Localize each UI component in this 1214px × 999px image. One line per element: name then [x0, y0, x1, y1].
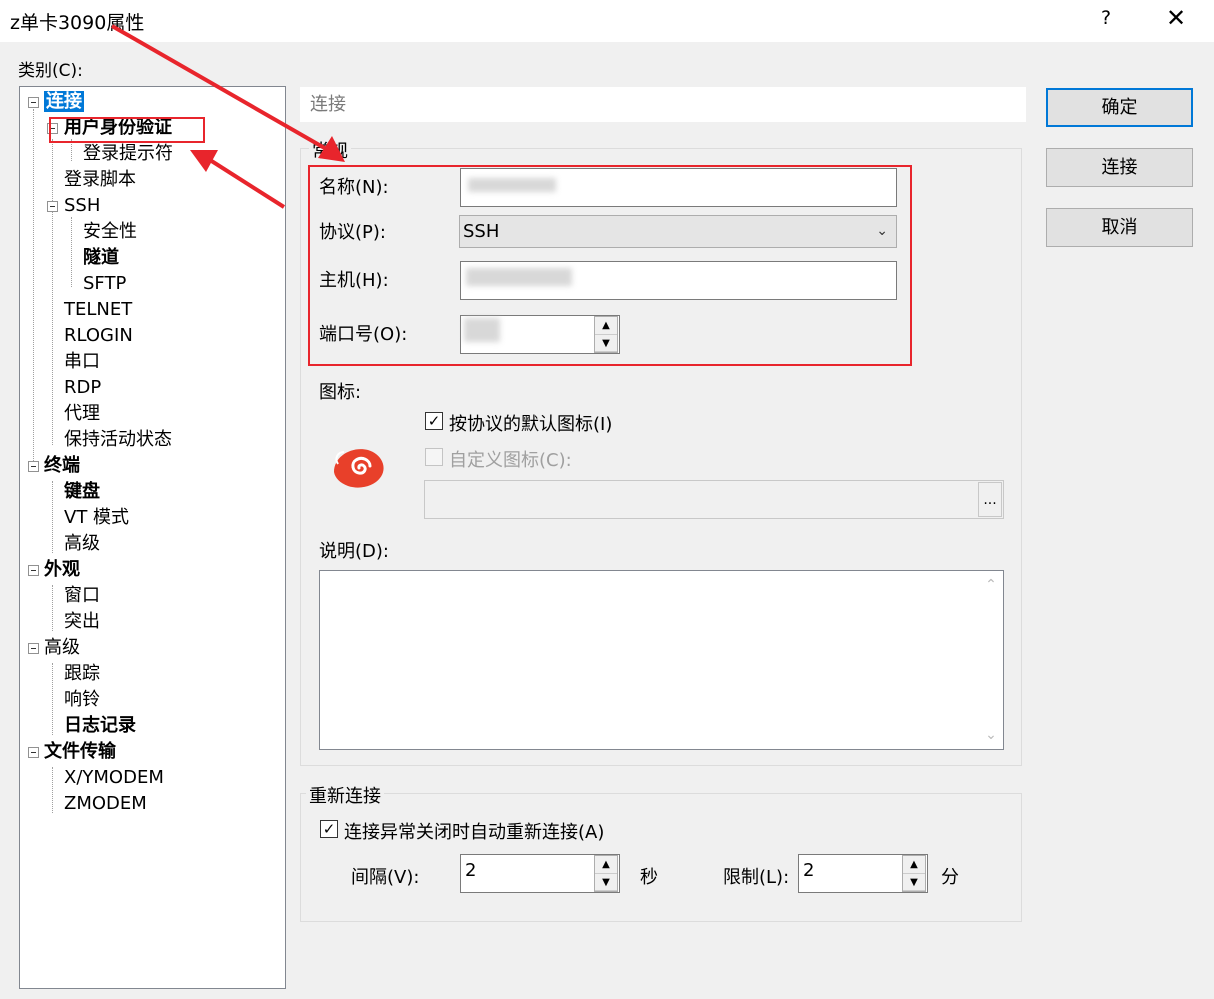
host-label: 主机(H):	[319, 270, 389, 291]
protocol-label: 协议(P):	[319, 222, 386, 243]
tree-item-login-script[interactable]: 登录脚本	[64, 167, 136, 193]
default-icon-checkbox[interactable]: ✓	[425, 412, 443, 430]
auto-reconnect-checkbox[interactable]: ✓	[320, 820, 338, 838]
port-spinner[interactable]: ▲ ▼	[594, 316, 618, 353]
tree-item-ssh[interactable]: SSH	[64, 193, 100, 219]
tree-item-connection[interactable]: 连接	[44, 89, 84, 115]
limit-unit: 分	[941, 867, 959, 888]
tree-item-rlogin[interactable]: RLOGIN	[64, 323, 133, 349]
tree-line	[71, 217, 72, 287]
tree-item-xymodem[interactable]: X/YMODEM	[64, 765, 164, 791]
spin-up-icon[interactable]: ▲	[903, 856, 925, 874]
close-button[interactable]: ✕	[1166, 4, 1186, 32]
tree-item-rdp[interactable]: RDP	[64, 375, 101, 401]
tree-item-vt-mode[interactable]: VT 模式	[64, 505, 129, 531]
tree-item-zmodem[interactable]: ZMODEM	[64, 791, 147, 817]
tree-item-terminal-advanced[interactable]: 高级	[64, 531, 100, 557]
tree-item-window[interactable]: 窗口	[64, 583, 100, 609]
ok-button[interactable]: 确定	[1046, 88, 1193, 127]
title-bar: z单卡3090属性 ? ✕	[0, 0, 1214, 42]
tree-item-file-transfer[interactable]: 文件传输	[44, 739, 116, 765]
redacted-name	[468, 178, 556, 192]
tree-line	[52, 481, 53, 553]
scroll-down-icon[interactable]: ⌄	[979, 727, 1003, 743]
custom-icon-label: 自定义图标(C):	[449, 450, 572, 471]
tree-line	[52, 767, 53, 813]
tree-expander-icon[interactable]	[28, 643, 39, 654]
interval-label: 间隔(V):	[351, 867, 420, 888]
default-icon-label: 按协议的默认图标(I)	[449, 414, 613, 435]
auto-reconnect-label: 连接异常关闭时自动重新连接(A)	[344, 822, 605, 843]
tree-item-serial[interactable]: 串口	[64, 349, 100, 375]
tree-expander-icon[interactable]	[28, 97, 39, 108]
tree-expander-icon[interactable]	[28, 461, 39, 472]
tree-item-advanced[interactable]: 高级	[44, 635, 80, 661]
description-scrollbar[interactable]: ⌃ ⌄	[979, 571, 1003, 749]
tree-item-user-auth[interactable]: 用户身份验证	[64, 115, 172, 141]
tree-line	[52, 585, 53, 631]
tree-item-trace[interactable]: 跟踪	[64, 661, 100, 687]
limit-label: 限制(L):	[723, 867, 790, 888]
category-label: 类别(C):	[18, 61, 83, 81]
protocol-value: SSH	[463, 221, 500, 242]
cancel-button[interactable]: 取消	[1046, 208, 1193, 247]
category-tree[interactable]: 连接 用户身份验证 登录提示符 登录脚本 SSH 安全性 隧道 SFTP TEL…	[19, 86, 286, 989]
tree-item-keyboard[interactable]: 键盘	[64, 479, 100, 505]
spin-up-icon[interactable]: ▲	[595, 856, 617, 874]
connect-button[interactable]: 连接	[1046, 148, 1193, 187]
tree-line	[52, 663, 53, 735]
interval-spinner[interactable]: ▲ ▼	[594, 855, 618, 892]
tree-item-terminal[interactable]: 终端	[44, 453, 80, 479]
tree-expander-icon[interactable]	[28, 565, 39, 576]
browse-button[interactable]: ...	[978, 482, 1002, 517]
interval-unit: 秒	[640, 867, 658, 888]
scroll-up-icon[interactable]: ⌃	[979, 577, 1003, 593]
name-label: 名称(N):	[319, 177, 389, 198]
redacted-host	[466, 268, 572, 286]
spin-down-icon[interactable]: ▼	[903, 873, 925, 891]
tree-item-keepalive[interactable]: 保持活动状态	[64, 427, 172, 453]
general-group-title: 常规	[309, 137, 351, 163]
tree-item-security[interactable]: 安全性	[83, 219, 137, 245]
chevron-down-icon: ⌄	[876, 223, 888, 239]
tree-item-sftp[interactable]: SFTP	[83, 271, 126, 297]
tree-item-highlight[interactable]: 突出	[64, 609, 100, 635]
icon-label: 图标:	[319, 382, 362, 403]
reconnect-group-title: 重新连接	[306, 782, 384, 808]
tree-line	[33, 109, 34, 463]
section-header: 连接	[300, 87, 1026, 122]
tree-expander-icon[interactable]	[47, 201, 58, 212]
protocol-select[interactable]: SSH ⌄	[459, 215, 897, 248]
limit-spinner[interactable]: ▲ ▼	[902, 855, 926, 892]
ssh-protocol-icon	[334, 449, 384, 488]
tree-item-telnet[interactable]: TELNET	[64, 297, 132, 323]
description-textarea[interactable]: ⌃ ⌄	[319, 570, 1004, 750]
spin-down-icon[interactable]: ▼	[595, 873, 617, 891]
description-label: 说明(D):	[319, 541, 389, 562]
redacted-port	[464, 318, 500, 342]
tree-item-proxy[interactable]: 代理	[64, 401, 100, 427]
tree-item-logging[interactable]: 日志记录	[64, 713, 136, 739]
custom-icon-checkbox[interactable]	[425, 448, 443, 466]
port-label: 端口号(O):	[319, 324, 408, 345]
tree-item-login-prompt[interactable]: 登录提示符	[83, 141, 173, 167]
spin-down-icon[interactable]: ▼	[595, 334, 617, 352]
tree-expander-icon[interactable]	[47, 123, 58, 134]
tree-line	[71, 139, 72, 161]
spin-up-icon[interactable]: ▲	[595, 317, 617, 335]
tree-expander-icon[interactable]	[28, 747, 39, 758]
tree-item-bell[interactable]: 响铃	[64, 687, 100, 713]
help-button[interactable]: ?	[1101, 7, 1111, 29]
tree-line	[52, 139, 53, 445]
tree-item-appearance[interactable]: 外观	[44, 557, 80, 583]
tree-item-tunnel[interactable]: 隧道	[83, 245, 119, 271]
custom-icon-path-field[interactable]	[424, 480, 1004, 519]
window-title: z单卡3090属性	[10, 12, 145, 34]
